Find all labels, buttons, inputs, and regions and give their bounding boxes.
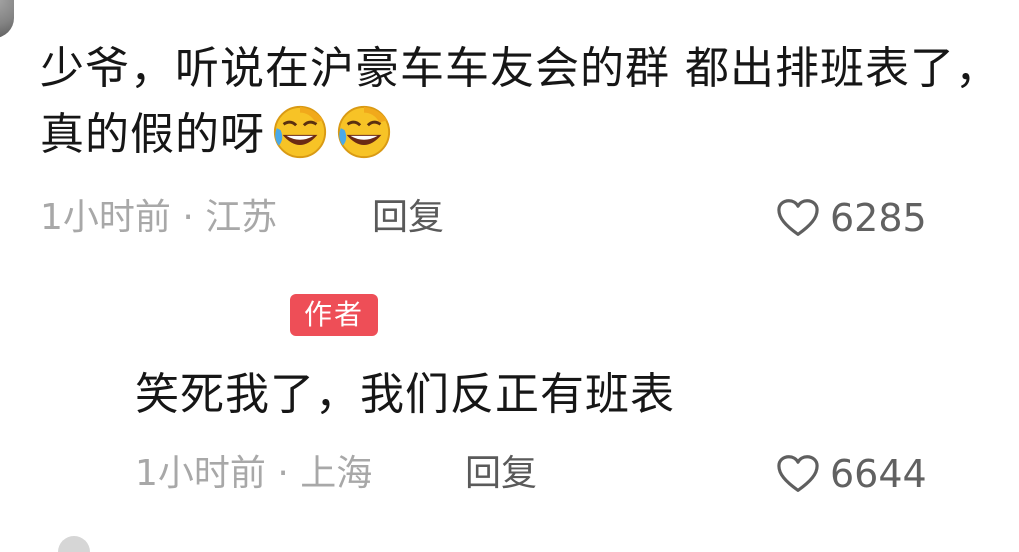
author-reply-text: 笑死我了，我们反正有班表 <box>135 369 675 420</box>
next-comment-avatar[interactable] <box>58 536 90 552</box>
comment-time-location: 1小时前 · 江苏 <box>40 197 278 238</box>
laughing-emoji-icon <box>271 103 329 161</box>
reply-like-count: 6644 <box>830 452 927 496</box>
author-badge: 作者 <box>290 294 379 336</box>
comment-body: 少爷，听说在沪豪车车友会的群 都出排班表了，真的假的呀 <box>40 43 1000 160</box>
comment-like-button[interactable]: 6285 <box>776 196 927 240</box>
heart-icon <box>777 455 819 492</box>
heart-icon <box>777 199 819 236</box>
laughing-emoji-icon <box>335 103 393 161</box>
comment-like-count: 6285 <box>830 196 927 240</box>
comment-reply-button[interactable]: 回复 <box>372 196 444 240</box>
reply-like-button[interactable]: 6644 <box>776 452 927 496</box>
comment-text: 少爷，听说在沪豪车车友会的群 都出排班表了，真的假的呀 <box>40 36 1000 168</box>
reply-reply-button[interactable]: 回复 <box>465 452 537 496</box>
commenter-avatar[interactable] <box>0 0 14 38</box>
reply-time-location: 1小时前 · 上海 <box>135 453 373 494</box>
